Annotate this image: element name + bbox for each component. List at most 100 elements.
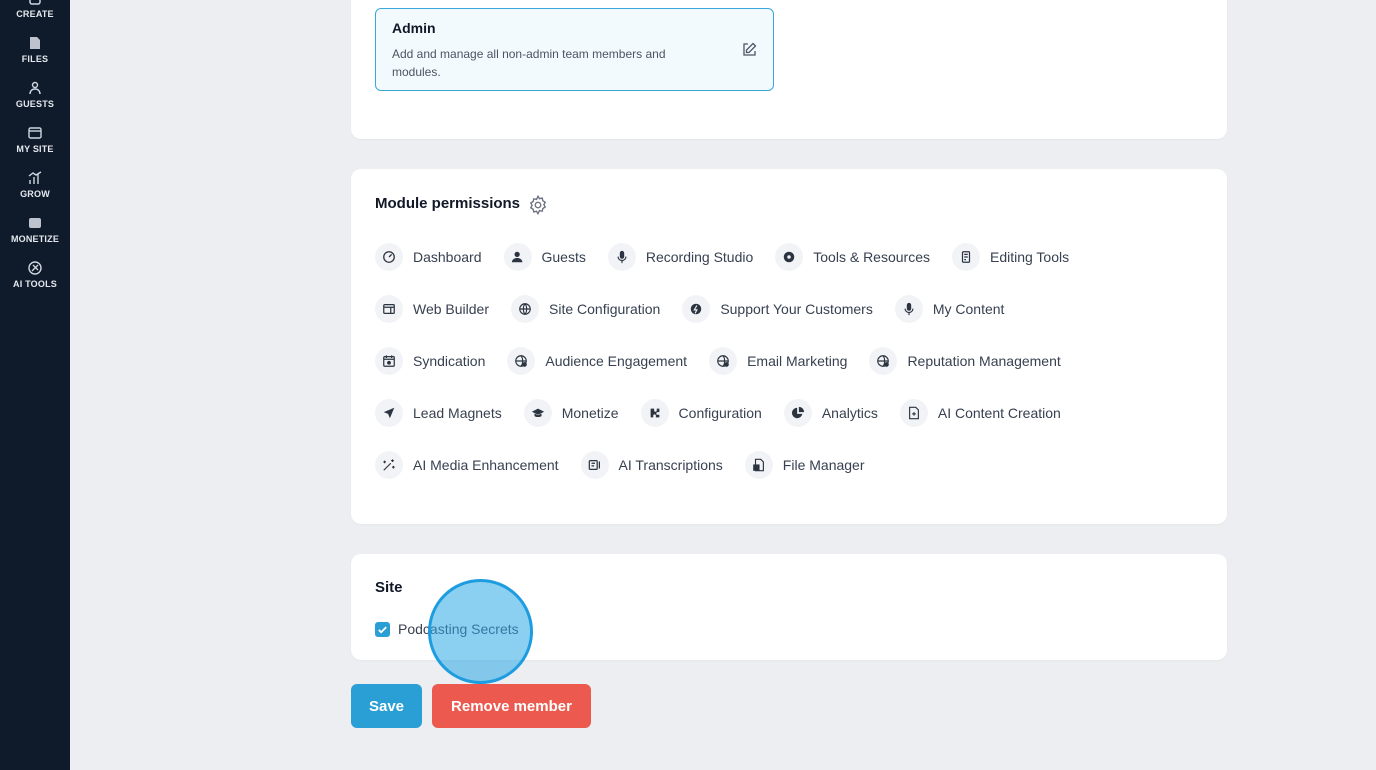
sidebar-item-label: GROW (20, 189, 50, 199)
permission-recording-studio[interactable]: Recording Studio (607, 243, 754, 271)
permission-row: AI Media Enhancement AI Transcriptions F… (375, 451, 887, 479)
sidebar-item-label: MONETIZE (10, 234, 60, 244)
globe-icon (511, 295, 540, 323)
permission-label: Monetize (561, 405, 619, 421)
permission-analytics[interactable]: Analytics (783, 399, 878, 427)
permission-label: Audience Engagement (545, 353, 688, 369)
permission-label: Email Marketing (747, 353, 848, 369)
create-icon (29, 0, 41, 5)
permission-label: AI Content Creation (937, 405, 1061, 421)
permission-configuration[interactable]: Configuration (640, 399, 762, 427)
dashboard-icon (375, 243, 403, 271)
module-permissions-title: Module permissions (375, 195, 521, 212)
sidebar: CREATE FILES GUESTS MY SITE GROW MONETIZ… (0, 0, 70, 770)
module-permissions-card: Module permissions Dashboard Guests Reco… (351, 169, 1227, 524)
permission-label: Dashboard (413, 249, 482, 265)
permission-label: Reputation Management (907, 353, 1061, 369)
guests-icon (503, 243, 532, 271)
permission-ai-media-enhancement[interactable]: AI Media Enhancement (375, 451, 559, 479)
permission-label: Site Configuration (549, 301, 661, 317)
web-builder-icon (375, 295, 403, 323)
permission-guests[interactable]: Guests (503, 243, 586, 271)
document-icon (899, 399, 928, 427)
save-button[interactable]: Save (351, 684, 422, 728)
permission-label: Recording Studio (645, 249, 754, 265)
permission-tools-resources[interactable]: Tools & Resources (775, 243, 930, 271)
permission-row: Syndication Audience Engagement Email Ma… (375, 347, 1083, 375)
sidebar-item-guests[interactable]: GUESTS (0, 80, 70, 109)
permission-label: Web Builder (413, 301, 490, 317)
permission-ai-content-creation[interactable]: AI Content Creation (899, 399, 1061, 427)
sidebar-item-grow[interactable]: GROW (0, 170, 70, 199)
sidebar-item-monetize[interactable]: MONETIZE (0, 215, 70, 244)
monetize-icon (29, 218, 41, 228)
permission-lead-magnets[interactable]: Lead Magnets (375, 399, 502, 427)
permission-dashboard[interactable]: Dashboard (375, 243, 482, 271)
guests-icon (29, 81, 41, 95)
permission-my-content[interactable]: My Content (894, 295, 1005, 323)
role-description: Add and manage all non-admin team member… (392, 47, 666, 79)
permission-label: My Content (932, 301, 1005, 317)
sidebar-item-label: GUESTS (15, 99, 55, 109)
graduation-cap-icon (523, 399, 552, 427)
sidebar-item-label: CREATE (16, 9, 54, 19)
permission-monetize[interactable]: Monetize (523, 399, 619, 427)
sidebar-item-label: FILES (21, 54, 49, 64)
sidebar-item-label: AI TOOLS (13, 279, 57, 289)
role-title: Admin (392, 20, 436, 36)
gear-icon[interactable] (527, 194, 549, 216)
permission-label: File Manager (782, 457, 865, 473)
puzzle-icon (640, 399, 669, 427)
edit-icon[interactable] (741, 42, 757, 58)
files-icon (30, 37, 40, 49)
permission-email-marketing[interactable]: Email Marketing (709, 347, 847, 375)
permission-file-manager[interactable]: File Manager (744, 451, 865, 479)
role-option-admin[interactable]: Admin Add and manage all non-admin team … (375, 8, 774, 91)
editing-icon (951, 243, 980, 271)
support-icon (682, 295, 711, 323)
permission-label: Support Your Customers (720, 301, 873, 317)
permission-web-builder[interactable]: Web Builder (375, 295, 489, 323)
wand-icon (375, 451, 403, 479)
permission-label: Configuration (678, 405, 762, 421)
permission-label: Lead Magnets (413, 405, 502, 421)
checkbox[interactable] (375, 621, 390, 637)
site-title: Site (375, 579, 403, 596)
file-manager-icon (744, 451, 773, 479)
reputation-icon (869, 347, 898, 375)
permission-site-configuration[interactable]: Site Configuration (511, 295, 660, 323)
my-site-icon (28, 127, 42, 139)
site-checkbox-podcasting-secrets[interactable]: Podcasting Secrets (375, 621, 519, 637)
sidebar-item-my-site[interactable]: MY SITE (0, 125, 70, 154)
email-icon (709, 347, 738, 375)
permission-support-your-customers[interactable]: Support Your Customers (682, 295, 873, 323)
permission-reputation-management[interactable]: Reputation Management (869, 347, 1061, 375)
calendar-icon (375, 347, 403, 375)
permission-ai-transcriptions[interactable]: AI Transcriptions (580, 451, 723, 479)
permission-syndication[interactable]: Syndication (375, 347, 485, 375)
engagement-icon (507, 347, 536, 375)
permission-label: AI Media Enhancement (413, 457, 559, 473)
tools-icon (775, 243, 804, 271)
ai-tools-icon (28, 261, 42, 275)
permission-row: Web Builder Site Configuration Support Y… (375, 295, 1026, 323)
microphone-icon (894, 295, 923, 323)
permission-label: AI Transcriptions (618, 457, 723, 473)
microphone-icon (607, 243, 636, 271)
transcription-icon (580, 451, 609, 479)
permission-row: Lead Magnets Monetize Configuration Anal… (375, 399, 1083, 427)
permission-label: Tools & Resources (813, 249, 930, 265)
sidebar-item-ai-tools[interactable]: AI TOOLS (0, 260, 70, 289)
permission-label: Syndication (413, 353, 486, 369)
permission-label: Editing Tools (989, 249, 1070, 265)
permission-label: Analytics (821, 405, 878, 421)
permission-label: Guests (541, 249, 586, 265)
permission-audience-engagement[interactable]: Audience Engagement (507, 347, 687, 375)
role-card: Admin Add and manage all non-admin team … (351, 0, 1227, 139)
permission-editing-tools[interactable]: Editing Tools (951, 243, 1070, 271)
grow-icon (28, 171, 42, 184)
permission-row: Dashboard Guests Recording Studio Tools … (375, 243, 1091, 271)
sidebar-item-files[interactable]: FILES (0, 35, 70, 64)
remove-member-button[interactable]: Remove member (432, 684, 591, 728)
sidebar-item-create[interactable]: CREATE (0, 0, 70, 19)
